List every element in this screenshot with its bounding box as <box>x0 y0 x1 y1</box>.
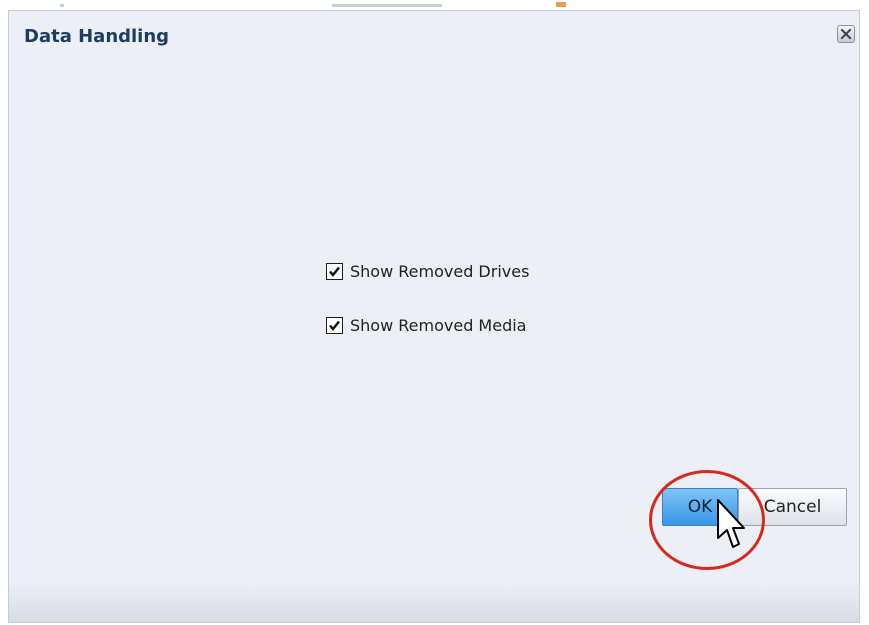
close-button[interactable] <box>837 25 855 43</box>
ok-button[interactable]: OK <box>662 488 738 526</box>
show-removed-media-checkbox[interactable] <box>326 316 343 334</box>
checkmark-icon <box>329 320 340 331</box>
show-removed-media-label[interactable]: Show Removed Media <box>350 316 526 335</box>
background-fragment <box>332 4 442 7</box>
dialog-title: Data Handling <box>24 26 170 47</box>
options-group: Show Removed Drives Show Removed Media <box>326 259 529 367</box>
option-show-removed-drives[interactable]: Show Removed Drives <box>326 259 529 283</box>
cancel-button-label: Cancel <box>763 497 822 517</box>
cancel-button[interactable]: Cancel <box>738 488 847 526</box>
background-fragment <box>556 2 566 7</box>
close-icon <box>840 28 852 40</box>
option-show-removed-media[interactable]: Show Removed Media <box>326 313 529 337</box>
background-fragment <box>60 4 64 7</box>
dialog-footer-bar <box>9 582 859 622</box>
show-removed-drives-checkbox[interactable] <box>326 262 343 280</box>
ok-button-label: OK <box>687 497 713 517</box>
screenshot-stage: Data Handling Show Removed Drives Show R… <box>0 0 869 625</box>
checkmark-icon <box>329 266 340 277</box>
data-handling-dialog: Data Handling Show Removed Drives Show R… <box>8 10 860 623</box>
show-removed-drives-label[interactable]: Show Removed Drives <box>350 262 529 281</box>
